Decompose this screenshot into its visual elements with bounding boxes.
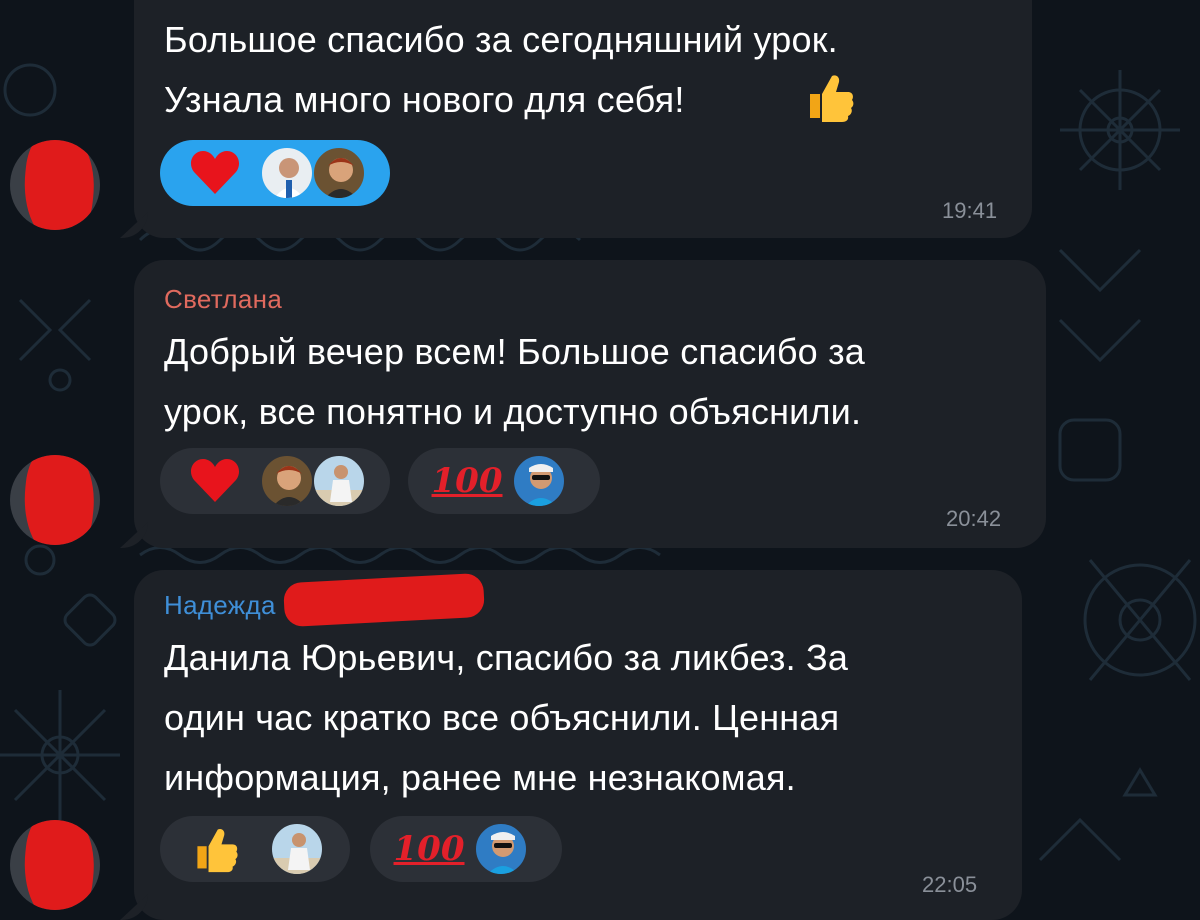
reactor-avatar[interactable] — [312, 454, 366, 508]
reaction-thumbs-up[interactable] — [160, 816, 350, 882]
redaction-mark — [18, 820, 100, 910]
sender-name[interactable]: Светлана — [164, 284, 282, 315]
sender-avatar-redacted[interactable] — [10, 820, 100, 910]
thumbs-up-icon — [802, 70, 856, 129]
message-bubble[interactable]: Надежда Данила Юрьевич, спасибо за ликбе… — [134, 570, 1022, 920]
reaction-heart[interactable] — [160, 140, 390, 206]
message-text: Большое спасибо за сегодняшний урок. Узн… — [164, 19, 838, 120]
reactor-avatar[interactable] — [260, 146, 314, 200]
message-timestamp: 19:41 — [942, 198, 998, 223]
reaction-hundred[interactable]: 100 — [408, 448, 600, 514]
reactor-avatar[interactable] — [270, 822, 324, 876]
reactor-avatar[interactable] — [260, 454, 314, 508]
message-text: Добрый вечер всем! Большое спасибо за ур… — [164, 331, 866, 432]
hundred-points-icon: 100 — [393, 829, 465, 869]
reaction-hundred[interactable]: 100 — [370, 816, 562, 882]
sender-name-redaction — [282, 572, 486, 628]
redaction-mark — [18, 140, 100, 230]
redaction-mark — [18, 455, 100, 545]
reaction-heart[interactable] — [160, 448, 390, 514]
heart-icon — [190, 456, 240, 506]
sender-name[interactable]: Надежда — [164, 590, 276, 621]
thumbs-up-icon — [190, 824, 240, 874]
reactor-avatar[interactable] — [312, 146, 366, 200]
sender-avatar-redacted[interactable] — [10, 455, 100, 545]
message-text: Данила Юрьевич, спасибо за ликбез. За од… — [164, 637, 849, 798]
message-timestamp: 20:42 — [946, 506, 1002, 531]
message-bubble[interactable]: Светлана Добрый вечер всем! Большое спас… — [134, 260, 1046, 548]
reactor-avatar[interactable] — [512, 454, 566, 508]
reactor-avatar[interactable] — [474, 822, 528, 876]
hundred-points-icon: 100 — [431, 461, 503, 501]
message-timestamp: 22:05 — [922, 872, 978, 897]
message-bubble[interactable]: Большое спасибо за сегодняшний урок. Узн… — [134, 0, 1032, 238]
heart-icon — [190, 148, 240, 198]
sender-avatar-redacted[interactable] — [10, 140, 100, 230]
